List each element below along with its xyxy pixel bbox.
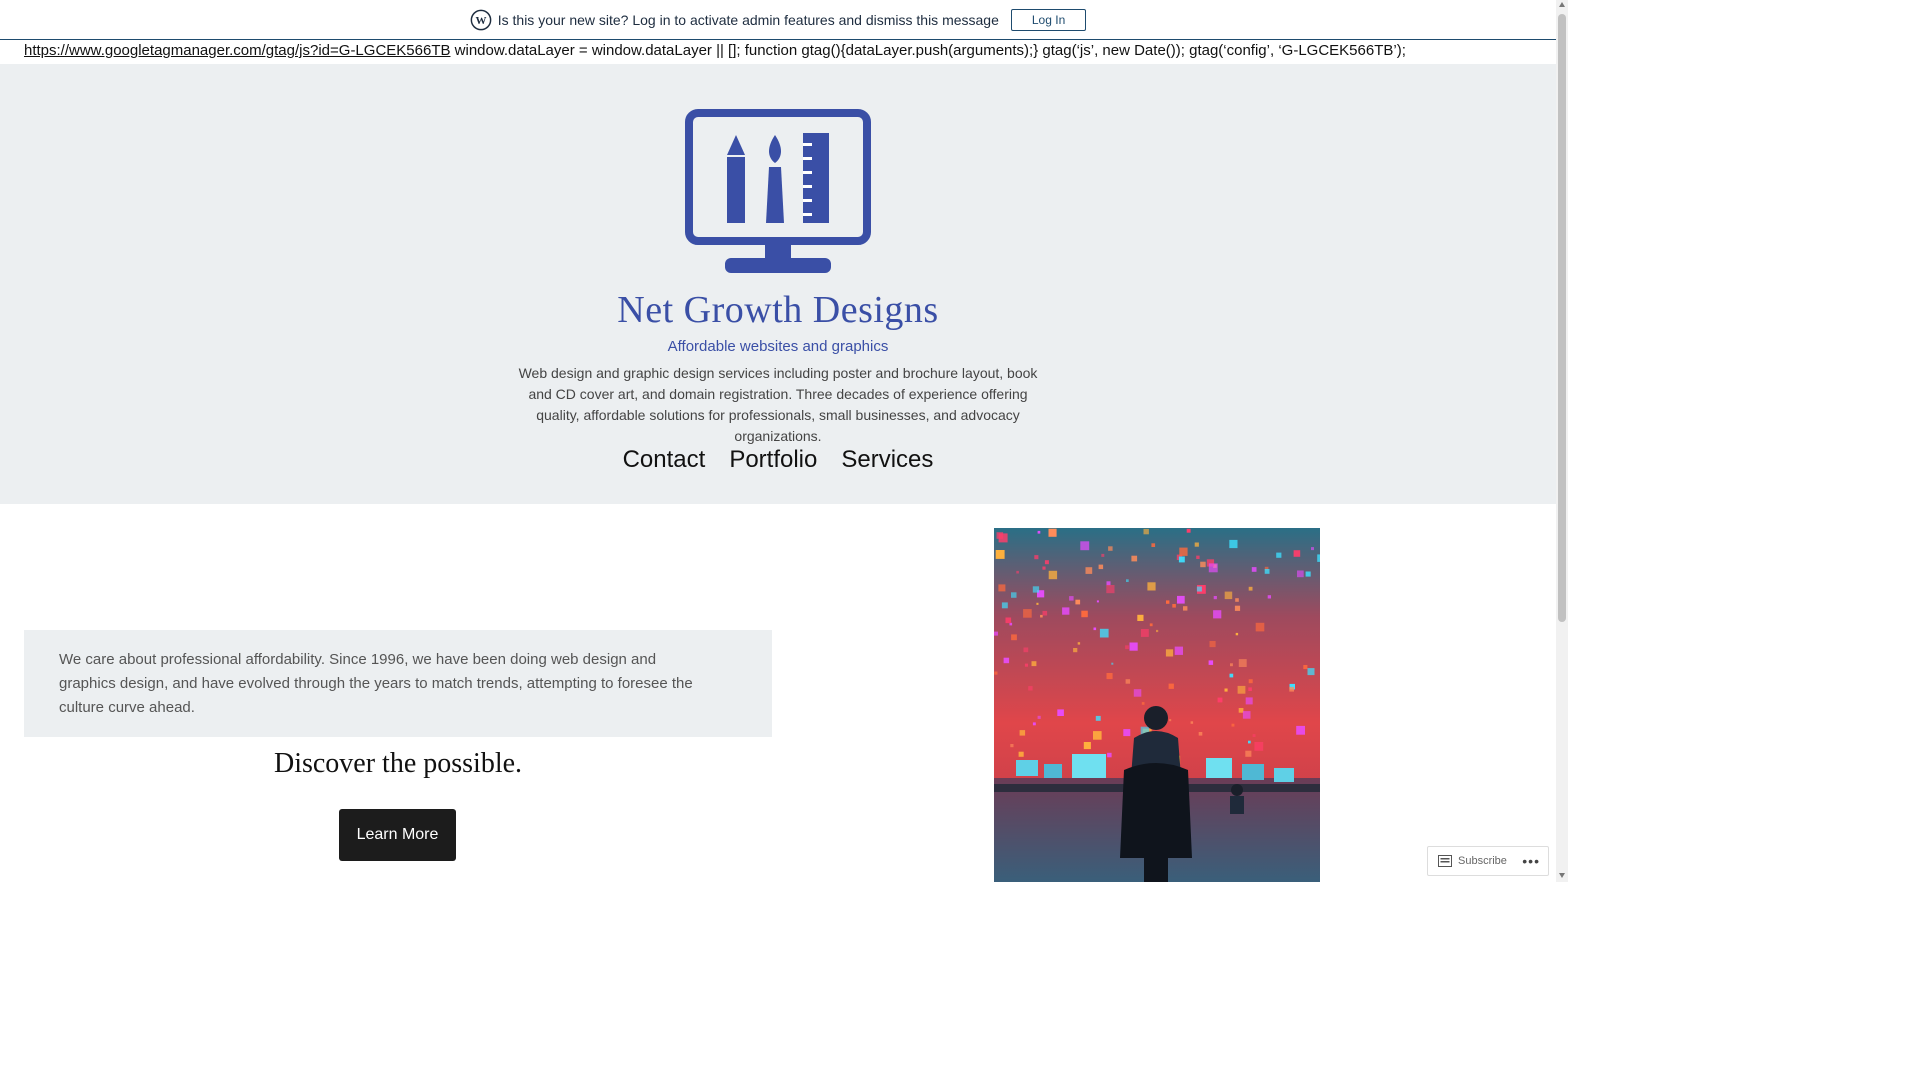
hero-image bbox=[994, 528, 1320, 882]
nav-item-services[interactable]: Services bbox=[841, 446, 933, 474]
subscribe-widget[interactable]: Subscribe ••• bbox=[1427, 846, 1549, 876]
nav-item-contact[interactable]: Contact bbox=[623, 446, 706, 474]
intro-text-box: We care about professional affordability… bbox=[24, 630, 772, 737]
page-scrollbar[interactable] bbox=[1556, 0, 1568, 882]
scroll-down-arrow[interactable] bbox=[1559, 873, 1565, 878]
reader-icon bbox=[1438, 855, 1452, 867]
svg-text:W: W bbox=[475, 15, 486, 27]
learn-more-button[interactable]: Learn More bbox=[339, 809, 456, 861]
discover-heading: Discover the possible. bbox=[273, 748, 523, 779]
main-navigation: Contact Portfolio Services bbox=[0, 446, 1556, 474]
script-text-line: https://www.googletagmanager.com/gtag/js… bbox=[0, 40, 1556, 64]
scroll-up-arrow[interactable] bbox=[1559, 2, 1565, 7]
gtag-code: window.dataLayer = window.dataLayer || [… bbox=[450, 42, 1406, 59]
monitor-tools-logo[interactable] bbox=[685, 109, 871, 274]
nav-item-portfolio[interactable]: Portfolio bbox=[729, 446, 817, 474]
intro-text: We care about professional affordability… bbox=[59, 651, 693, 716]
wordpress-icon: W bbox=[470, 9, 492, 30]
gtag-link[interactable]: https://www.googletagmanager.com/gtag/js… bbox=[24, 42, 450, 59]
admin-notice-message: Is this your new site? Log in to activat… bbox=[497, 11, 999, 28]
site-title[interactable]: Net Growth Designs bbox=[0, 288, 1556, 332]
site-header: Net Growth Designs Affordable websites a… bbox=[0, 64, 1556, 504]
site-tagline: Affordable websites and graphics bbox=[667, 338, 889, 355]
scrollbar-thumb[interactable] bbox=[1558, 14, 1566, 622]
site-description: Web design and graphic design services i… bbox=[518, 365, 1038, 444]
subscribe-label[interactable]: Subscribe bbox=[1458, 855, 1507, 867]
log-in-button[interactable]: Log In bbox=[1010, 8, 1087, 31]
admin-notice-bar: W Is this your new site? Log in to activ… bbox=[0, 0, 1556, 40]
more-options-button[interactable]: ••• bbox=[1522, 853, 1540, 869]
